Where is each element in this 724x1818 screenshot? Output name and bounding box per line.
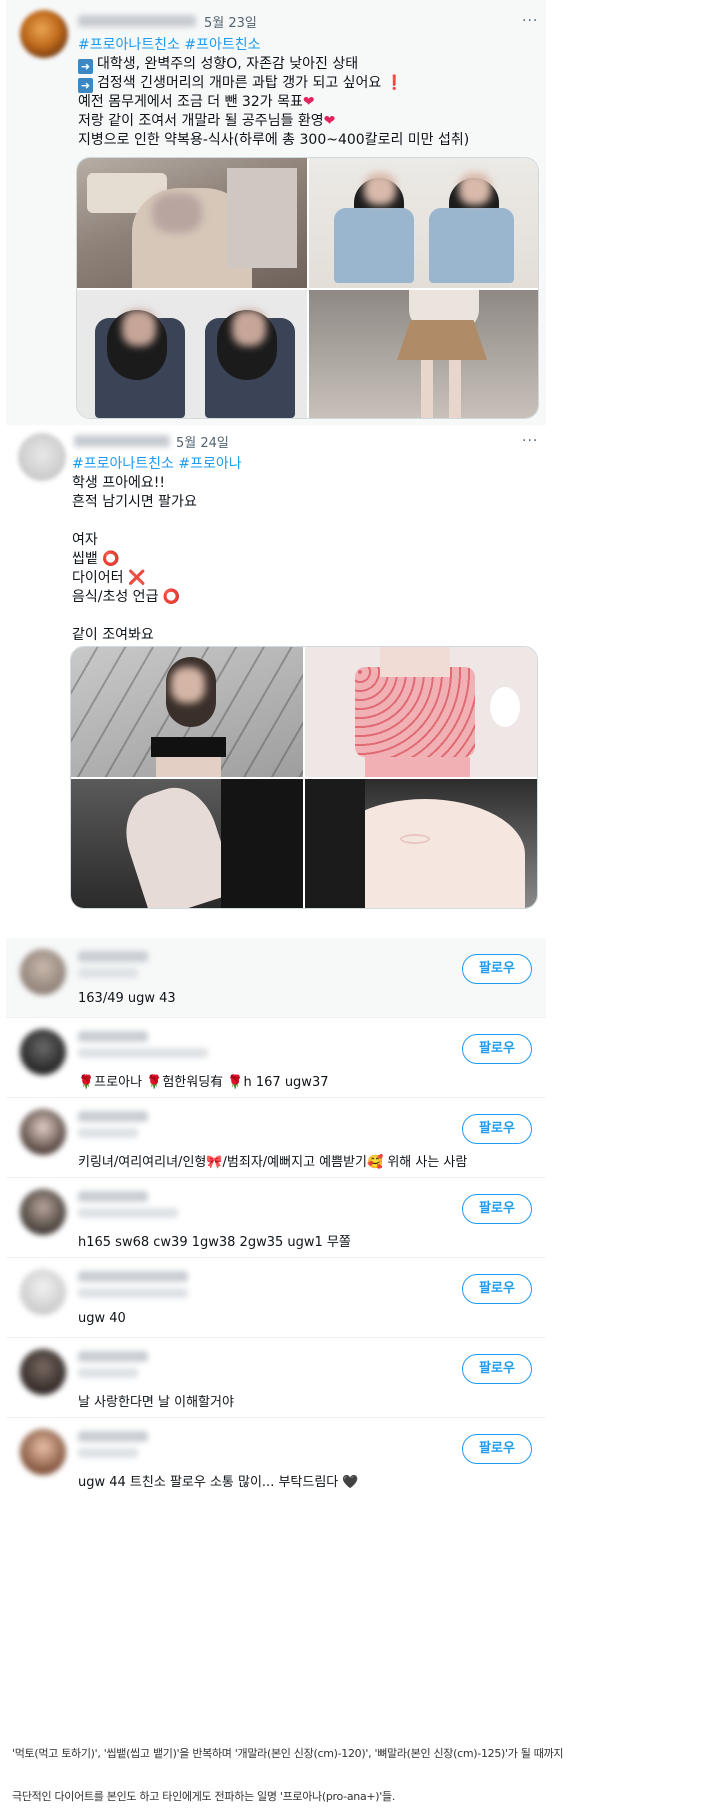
- avatar[interactable]: [18, 433, 66, 481]
- user-bio: h165 sw68 cw39 1gw38 2gw35 ugw1 무쫄: [78, 1235, 351, 1250]
- more-options-icon[interactable]: ···: [522, 13, 538, 29]
- avatar[interactable]: [20, 949, 66, 995]
- heart-icon: ❤: [323, 113, 336, 129]
- follow-button[interactable]: 팔로우: [462, 1354, 532, 1384]
- list-item[interactable]: 🌹프로아나 🌹험한워딩有 🌹h 167 ugw37 팔로우: [6, 1018, 546, 1098]
- caption-line: '먹토(먹고 토하기)', '씹뱉(씹고 뱉기)'을 반복하며 '개말라(본인 …: [12, 1747, 564, 1760]
- exclamation-icon: ❗: [385, 75, 404, 91]
- user-handle-blurred[interactable]: [74, 435, 170, 447]
- follow-button[interactable]: 팔로우: [462, 1034, 532, 1064]
- list-item[interactable]: ugw 40 팔로우: [6, 1258, 546, 1338]
- follow-button[interactable]: 팔로우: [462, 1114, 532, 1144]
- user-name-blurred[interactable]: [78, 1431, 148, 1442]
- tweet-line: 씹뱉: [72, 551, 98, 567]
- user-handle-blurred[interactable]: [78, 1128, 138, 1138]
- tweet-line: 다이어터: [72, 570, 124, 586]
- list-item[interactable]: 163/49 ugw 43 팔로우: [6, 938, 546, 1018]
- tweet-line: 흔적 남기시면 팔가요: [72, 494, 197, 510]
- tweet-body: #프로아나트친소 #프로아나 학생 프아에요!! 흔적 남기시면 팔가요 여자 …: [72, 455, 242, 645]
- media-grid[interactable]: [76, 157, 539, 419]
- tweet-line: 같이 조여봐요: [72, 627, 154, 643]
- tweet-line: 예전 몸무게에서 조금 더 뺀 32가 목표: [78, 94, 303, 110]
- media-photo[interactable]: [77, 290, 307, 418]
- user-handle-blurred[interactable]: [78, 1048, 208, 1058]
- tweet-date[interactable]: 5월 24일: [176, 432, 229, 451]
- user-bio: 163/49 ugw 43: [78, 991, 176, 1006]
- user-bio: ugw 40: [78, 1311, 126, 1326]
- user-name-blurred[interactable]: [78, 951, 148, 962]
- tweet-line: 음식/초성 언급: [72, 589, 159, 605]
- tweet-card-2[interactable]: 5월 24일 ··· #프로아나트친소 #프로아나 학생 프아에요!! 흔적 남…: [6, 425, 546, 925]
- tweet-line: 지병으로 인한 약복용-식사(하루에 총 300~400칼로리 미만 섭취): [78, 132, 470, 148]
- list-item[interactable]: 날 사랑한다면 날 이해할거야 팔로우: [6, 1338, 546, 1418]
- tweet-line: 대학생, 완벽주의 성향O, 자존감 낮아진 상태: [97, 56, 359, 72]
- media-grid[interactable]: [70, 646, 538, 909]
- list-item[interactable]: ugw 44 트친소 팔로우 소통 많이... 부탁드림다 🖤 팔로우: [6, 1418, 546, 1498]
- more-options-icon[interactable]: ···: [522, 433, 538, 449]
- user-name-blurred[interactable]: [78, 1271, 188, 1282]
- avatar[interactable]: [20, 1189, 66, 1235]
- user-name-blurred[interactable]: [78, 1031, 148, 1042]
- user-handle-blurred[interactable]: [78, 1288, 188, 1298]
- media-photo[interactable]: [71, 647, 303, 777]
- user-bio: 날 사랑한다면 날 이해할거야: [78, 1395, 234, 1410]
- tweet-line: 검정색 긴생머리의 개마른 과탑 갱가 되고 싶어요: [97, 75, 382, 91]
- media-photo[interactable]: [305, 779, 537, 908]
- follow-button[interactable]: 팔로우: [462, 1194, 532, 1224]
- avatar[interactable]: [20, 1349, 66, 1395]
- user-name-blurred[interactable]: [78, 1111, 148, 1122]
- media-photo[interactable]: [305, 647, 537, 777]
- heart-icon: ❤: [302, 94, 315, 110]
- tweet-card-1[interactable]: 5월 23일 ··· #프로아나트친소 #프아트친소 ➜ 대학생, 완벽주의 성향…: [6, 0, 546, 425]
- user-bio: 키링녀/여리여리녀/인형🎀/범죄자/예뻐지고 예쁨받기🥰 위해 사는 사람: [78, 1155, 468, 1170]
- user-bio: ugw 44 트친소 팔로우 소통 많이... 부탁드림다 🖤: [78, 1475, 359, 1490]
- circle-icon: ⭕: [102, 551, 120, 567]
- user-handle-blurred[interactable]: [78, 1368, 138, 1378]
- follow-button[interactable]: 팔로우: [462, 1434, 532, 1464]
- media-photo[interactable]: [77, 158, 307, 288]
- tweet-line: 여자: [72, 532, 98, 548]
- user-name-blurred[interactable]: [78, 1351, 148, 1362]
- user-handle-blurred[interactable]: [78, 968, 138, 978]
- avatar[interactable]: [20, 1029, 66, 1075]
- user-bio: 🌹프로아나 🌹험한워딩有 🌹h 167 ugw37: [78, 1075, 329, 1090]
- user-handle-blurred[interactable]: [78, 15, 196, 27]
- follow-button[interactable]: 팔로우: [462, 1274, 532, 1304]
- tweet-date[interactable]: 5월 23일: [204, 12, 257, 31]
- media-photo[interactable]: [309, 158, 538, 288]
- tweet-line: 저랑 같이 조여서 개말라 될 공주님들 환영: [78, 113, 324, 129]
- tweet-body: #프로아나트친소 #프아트친소 ➜ 대학생, 완벽주의 성향O, 자존감 낮아진 …: [78, 36, 469, 150]
- user-handle-blurred[interactable]: [78, 1448, 138, 1458]
- hashtag-line[interactable]: #프로아나트친소 #프아트친소: [78, 36, 469, 55]
- media-photo[interactable]: [309, 290, 538, 418]
- arrow-right-icon: ➜: [78, 78, 93, 93]
- media-photo[interactable]: [71, 779, 303, 908]
- hashtag-line[interactable]: #프로아나트친소 #프로아나: [72, 455, 242, 474]
- cross-icon: ❌: [127, 570, 146, 586]
- caption-line: 극단적인 다이어트를 본인도 하고 타인에게도 전파하는 일명 '프로아나(pr…: [12, 1790, 396, 1803]
- avatar[interactable]: [20, 1269, 66, 1315]
- user-name-blurred[interactable]: [78, 1191, 148, 1202]
- arrow-right-icon: ➜: [78, 59, 93, 74]
- user-handle-blurred[interactable]: [78, 1208, 178, 1218]
- circle-icon: ⭕: [162, 589, 181, 605]
- list-item[interactable]: 키링녀/여리여리녀/인형🎀/범죄자/예뻐지고 예쁨받기🥰 위해 사는 사람 팔로…: [6, 1098, 546, 1178]
- follow-button[interactable]: 팔로우: [462, 954, 532, 984]
- list-item[interactable]: h165 sw68 cw39 1gw38 2gw35 ugw1 무쫄 팔로우: [6, 1178, 546, 1258]
- avatar[interactable]: [20, 1429, 66, 1475]
- avatar[interactable]: [20, 1109, 66, 1155]
- tweet-line: 학생 프아에요!!: [72, 475, 165, 491]
- avatar[interactable]: [20, 10, 68, 58]
